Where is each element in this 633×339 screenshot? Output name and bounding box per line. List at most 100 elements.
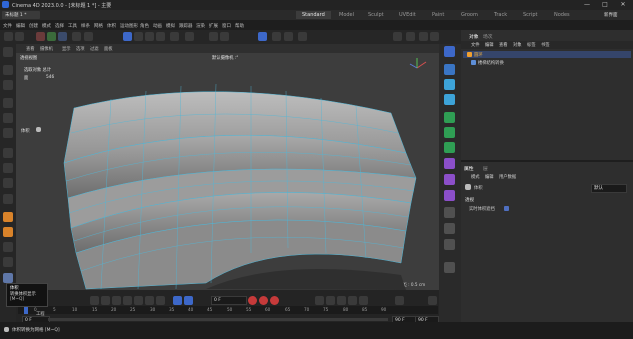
- viewport-perspective[interactable]: 查看 摄像机 显示 选项 过滤 面板 透视视图 默认摄像机 :° 选取对象 总计…: [16, 44, 439, 290]
- coordinate-system-icon[interactable]: [72, 32, 81, 41]
- tab-track[interactable]: Track: [488, 11, 513, 19]
- go-start-icon[interactable]: [90, 296, 99, 305]
- render-settings-icon[interactable]: [298, 32, 307, 41]
- live-select-icon[interactable]: [3, 80, 13, 90]
- redo-icon[interactable]: [15, 32, 24, 41]
- new-layout-label[interactable]: 新界面: [604, 12, 618, 18]
- spline-icon[interactable]: [444, 190, 455, 201]
- polygon-pen-icon[interactable]: [3, 212, 13, 222]
- tab-paint[interactable]: Paint: [426, 11, 450, 19]
- menu-create[interactable]: 创建: [29, 23, 38, 29]
- menu-window[interactable]: 窗口: [222, 23, 231, 29]
- menu-animate[interactable]: 动画: [153, 23, 162, 29]
- rotate-icon[interactable]: [3, 113, 13, 123]
- om-menu-file[interactable]: 文件: [471, 42, 480, 48]
- menu-tools[interactable]: 工具: [68, 23, 77, 29]
- maximize-button[interactable]: □: [600, 1, 610, 9]
- workplane-icon[interactable]: [220, 32, 229, 41]
- menu-mode[interactable]: 模式: [42, 23, 51, 29]
- tag-icon[interactable]: [444, 158, 455, 169]
- render-picture-viewer-icon[interactable]: [284, 32, 293, 41]
- viewport-menu-filter[interactable]: 过滤: [90, 46, 99, 52]
- edges-mode-icon[interactable]: [145, 32, 154, 41]
- scene-icon[interactable]: [444, 262, 455, 273]
- cloner-icon[interactable]: [430, 32, 439, 41]
- axis-z-icon[interactable]: [58, 32, 67, 41]
- menu-mesh[interactable]: 网格: [94, 23, 103, 29]
- polygons-mode-icon[interactable]: [156, 32, 165, 41]
- cube-icon[interactable]: [393, 32, 402, 41]
- loop-icon[interactable]: [173, 296, 182, 305]
- nurbs-icon[interactable]: [444, 79, 455, 90]
- menu-spline[interactable]: 样条: [81, 23, 90, 29]
- keyframe-icon[interactable]: [270, 296, 279, 305]
- play-button[interactable]: [123, 296, 132, 305]
- environment-icon[interactable]: [444, 239, 455, 250]
- key-param-icon[interactable]: [348, 296, 357, 305]
- scale-icon[interactable]: [3, 128, 13, 138]
- bridge-icon[interactable]: [3, 227, 13, 237]
- menu-file[interactable]: 文件: [3, 23, 12, 29]
- preview-range-icon[interactable]: [184, 296, 193, 305]
- close-button[interactable]: ✕: [618, 1, 628, 9]
- mode-dropdown[interactable]: 默认: [591, 184, 627, 193]
- realtime-occlusion-checkbox[interactable]: [504, 206, 509, 211]
- expand-icon[interactable]: [428, 296, 437, 305]
- viewport-menu-display[interactable]: 显示: [62, 46, 71, 52]
- subdivision-icon[interactable]: [419, 32, 428, 41]
- key-move-icon[interactable]: [315, 296, 324, 305]
- om-menu-tags[interactable]: 标签: [527, 42, 536, 48]
- search-icon[interactable]: [3, 47, 13, 57]
- camera-icon[interactable]: [444, 207, 455, 218]
- render-view-icon[interactable]: [272, 32, 281, 41]
- list-item[interactable]: 圆环: [463, 51, 631, 58]
- tab-nodes[interactable]: Nodes: [548, 11, 576, 19]
- next-frame-icon[interactable]: [134, 296, 143, 305]
- current-frame-field[interactable]: 0 F: [211, 296, 247, 305]
- om-menu-view[interactable]: 查看: [499, 42, 508, 48]
- viewport-menu-camera[interactable]: 摄像机: [40, 46, 53, 52]
- prev-key-icon[interactable]: [101, 296, 110, 305]
- bevel-icon[interactable]: [3, 194, 13, 204]
- key-scale-icon[interactable]: [337, 296, 346, 305]
- volume-icon[interactable]: [3, 273, 13, 283]
- tab-takes[interactable]: 场次: [483, 33, 493, 40]
- tab-model[interactable]: Model: [333, 11, 360, 19]
- key-pla-icon[interactable]: [359, 296, 368, 305]
- undo-icon[interactable]: [4, 32, 13, 41]
- minimize-button[interactable]: —: [582, 1, 592, 9]
- menu-help[interactable]: 帮助: [235, 23, 244, 29]
- om-menu-bookmarks[interactable]: 书签: [541, 42, 550, 48]
- light-icon[interactable]: [444, 223, 455, 234]
- list-item[interactable]: 楼梯结构转换: [463, 59, 631, 66]
- menu-character[interactable]: 角色: [140, 23, 149, 29]
- menu-extensions[interactable]: 扩展: [209, 23, 218, 29]
- next-key-icon[interactable]: [145, 296, 154, 305]
- snapping-icon[interactable]: [258, 32, 267, 41]
- tab-sculpt[interactable]: Sculpt: [362, 11, 390, 19]
- menu-mograph[interactable]: 运动图形: [120, 23, 138, 29]
- menu-tracker[interactable]: 跟踪器: [179, 23, 193, 29]
- tab-standard[interactable]: Standard: [296, 11, 331, 19]
- am-menu-userdata[interactable]: 用户数据: [499, 174, 516, 180]
- mesh-geometry[interactable]: [16, 53, 439, 290]
- record-icon[interactable]: [248, 296, 257, 305]
- points-mode-icon[interactable]: [134, 32, 143, 41]
- menu-volume[interactable]: 体积: [107, 23, 116, 29]
- mograph-icon[interactable]: [444, 127, 455, 138]
- viewport-menu-view[interactable]: 查看: [26, 46, 35, 52]
- deformer-icon[interactable]: [444, 112, 455, 123]
- prev-frame-icon[interactable]: [112, 296, 121, 305]
- menu-edit[interactable]: 编辑: [16, 23, 25, 29]
- move-icon[interactable]: [3, 98, 13, 108]
- effector-icon[interactable]: [444, 142, 455, 153]
- menu-render[interactable]: 渲染: [196, 23, 205, 29]
- tab-script[interactable]: Script: [517, 11, 544, 19]
- null-object-icon[interactable]: [444, 64, 455, 75]
- am-menu-mode[interactable]: 模式: [471, 174, 480, 180]
- menu-simulate[interactable]: 模拟: [166, 23, 175, 29]
- viewport-menu-panel[interactable]: 面板: [104, 46, 113, 52]
- pen-icon[interactable]: [406, 32, 415, 41]
- go-end-icon[interactable]: [156, 296, 165, 305]
- file-tab[interactable]: 未标题 1 *: [2, 11, 40, 19]
